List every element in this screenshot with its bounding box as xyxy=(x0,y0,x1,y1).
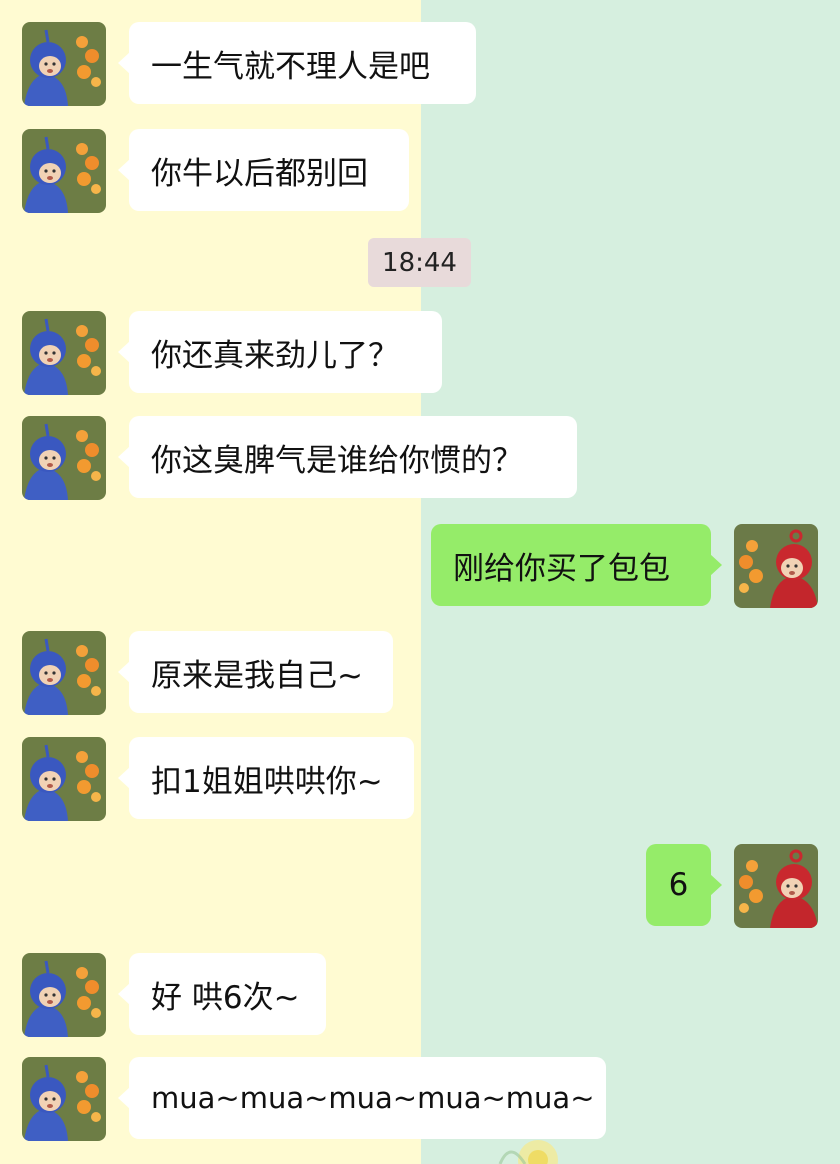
blue-teletubby-avatar[interactable] xyxy=(22,631,106,715)
message-text: 扣1姐姐哄哄你~ xyxy=(151,763,383,800)
message-text: 你还真来劲儿了？ xyxy=(151,337,399,374)
message-text: 6 xyxy=(668,867,689,903)
incoming-message-bubble[interactable]: 你还真来劲儿了？ xyxy=(118,311,442,393)
incoming-message-bubble[interactable]: 扣1姐姐哄哄你~ xyxy=(118,737,414,819)
incoming-message-bubble[interactable]: 原来是我自己~ xyxy=(118,631,393,713)
message-text: 原来是我自己~ xyxy=(151,657,363,694)
bubble-tail xyxy=(118,661,130,683)
incoming-message-bubble[interactable]: 你这臭脾气是谁给你惯的？ xyxy=(118,416,577,498)
message-text: 你这臭脾气是谁给你惯的？ xyxy=(151,442,523,479)
message-text: 好 哄6次~ xyxy=(151,979,300,1016)
incoming-message-bubble[interactable]: 你牛以后都别回 xyxy=(118,129,409,211)
bubble-tail xyxy=(710,554,722,576)
bubble-tail xyxy=(118,52,130,74)
bubble-tail xyxy=(118,767,130,789)
bubble-tail xyxy=(118,983,130,1005)
outgoing-message-bubble[interactable]: 刚给你买了包包 xyxy=(431,524,722,606)
bubble-tail xyxy=(118,341,130,363)
bubble-tail xyxy=(118,1087,130,1109)
blue-teletubby-avatar[interactable] xyxy=(22,416,106,500)
bubble-tail xyxy=(118,446,130,468)
outgoing-message-bubble[interactable]: 6 xyxy=(646,844,722,926)
blue-teletubby-avatar[interactable] xyxy=(22,737,106,821)
message-timestamp: 18:44 xyxy=(368,238,471,287)
bubble-tail xyxy=(118,159,130,181)
message-text: 刚给你买了包包 xyxy=(453,550,670,587)
blue-teletubby-avatar[interactable] xyxy=(22,1057,106,1141)
message-text: 一生气就不理人是吧 xyxy=(151,48,430,85)
blue-teletubby-avatar[interactable] xyxy=(22,311,106,395)
incoming-message-bubble[interactable]: 好 哄6次~ xyxy=(118,953,326,1035)
blue-teletubby-avatar[interactable] xyxy=(22,129,106,213)
blue-teletubby-avatar[interactable] xyxy=(22,22,106,106)
blue-teletubby-avatar[interactable] xyxy=(22,953,106,1037)
bubble-tail xyxy=(710,874,722,896)
red-teletubby-avatar[interactable] xyxy=(734,844,818,928)
incoming-message-bubble[interactable]: mua~mua~mua~mua~mua~ xyxy=(118,1057,606,1139)
red-teletubby-avatar[interactable] xyxy=(734,524,818,608)
message-text: mua~mua~mua~mua~mua~ xyxy=(151,1081,595,1115)
incoming-message-bubble[interactable]: 一生气就不理人是吧 xyxy=(118,22,476,104)
message-text: 你牛以后都别回 xyxy=(151,155,368,192)
